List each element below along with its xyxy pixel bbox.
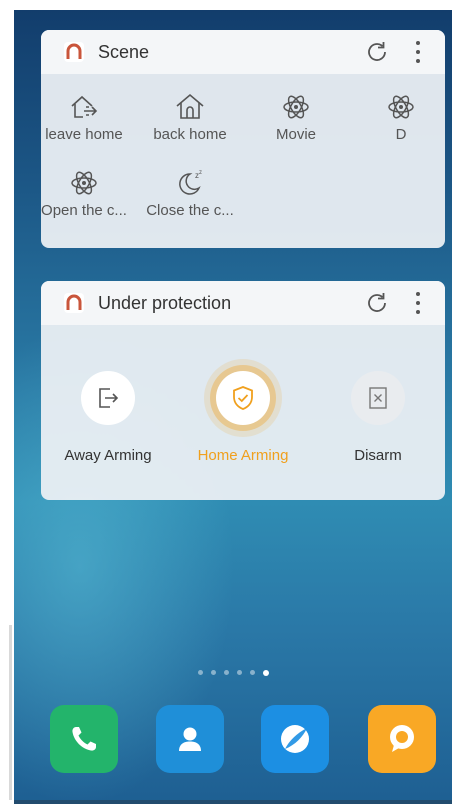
app-logo-icon <box>63 41 85 63</box>
scene-movie[interactable]: Movie <box>243 90 349 143</box>
scene-widget: Scene leave home back home Movie D Open … <box>41 30 445 248</box>
border-mark <box>9 625 12 800</box>
home-arming-label: Home Arming <box>197 447 289 464</box>
scene-label: Open the c... <box>41 202 127 219</box>
scene-back-home[interactable]: back home <box>137 90 243 143</box>
disarm-button[interactable]: Disarm <box>313 371 443 464</box>
exit-door-icon <box>81 371 135 425</box>
scene-title: Scene <box>98 41 150 62</box>
scene-close-curtain[interactable]: zz Close the c... <box>137 166 243 219</box>
away-arming-button[interactable]: Away Arming <box>43 371 173 464</box>
disarm-x-icon <box>351 371 405 425</box>
moon-sleep-icon: zz <box>137 166 243 200</box>
scene-label: leave home <box>45 126 123 143</box>
leave-home-icon <box>41 90 137 124</box>
protection-widget: Under protection Away Arming Home Arming <box>41 281 445 500</box>
left-border <box>0 0 14 804</box>
scene-grid: leave home back home Movie D Open the c.… <box>41 74 445 248</box>
disarm-label: Disarm <box>354 447 402 464</box>
protection-title: Under protection <box>98 292 232 313</box>
scene-refresh-icon[interactable] <box>363 38 391 66</box>
scene-label: back home <box>153 126 227 143</box>
page-dot[interactable] <box>197 670 203 675</box>
svg-text:z: z <box>199 170 202 176</box>
scene-open-curtain[interactable]: Open the c... <box>41 166 137 219</box>
arming-modes: Away Arming Home Arming Disarm <box>41 325 445 500</box>
scene-label: D <box>395 126 407 143</box>
messages-app-icon[interactable] <box>368 705 436 773</box>
scene-label: Close the c... <box>146 202 234 219</box>
dock <box>14 705 452 775</box>
bottom-edge <box>14 800 452 804</box>
page-dot[interactable] <box>236 670 242 675</box>
page-dot[interactable] <box>210 670 216 675</box>
scene-leave-home[interactable]: leave home <box>41 90 137 143</box>
shield-check-icon <box>216 371 270 425</box>
scene-widget-header: Scene <box>41 30 445 74</box>
back-home-icon <box>137 90 243 124</box>
protection-more-icon[interactable] <box>411 289 425 317</box>
scene-label: Movie <box>275 126 316 143</box>
page-indicator <box>14 669 452 676</box>
away-arming-label: Away Arming <box>64 447 152 464</box>
protection-widget-header: Under protection <box>41 281 445 325</box>
home-arming-button[interactable]: Home Arming <box>178 371 308 464</box>
page-dot[interactable] <box>249 670 255 675</box>
atom-icon <box>348 90 445 124</box>
page-dot-active[interactable] <box>262 669 269 676</box>
app-logo-icon <box>63 292 85 314</box>
scene-d[interactable]: D <box>348 90 445 143</box>
atom-icon <box>243 90 349 124</box>
home-screen: Scene leave home back home Movie D Open … <box>14 10 452 804</box>
protection-refresh-icon[interactable] <box>363 289 391 317</box>
scene-more-icon[interactable] <box>411 38 425 66</box>
phone-app-icon[interactable] <box>50 705 118 773</box>
page-dot[interactable] <box>223 670 229 675</box>
atom-icon <box>41 166 137 200</box>
browser-app-icon[interactable] <box>261 705 329 773</box>
contacts-app-icon[interactable] <box>156 705 224 773</box>
